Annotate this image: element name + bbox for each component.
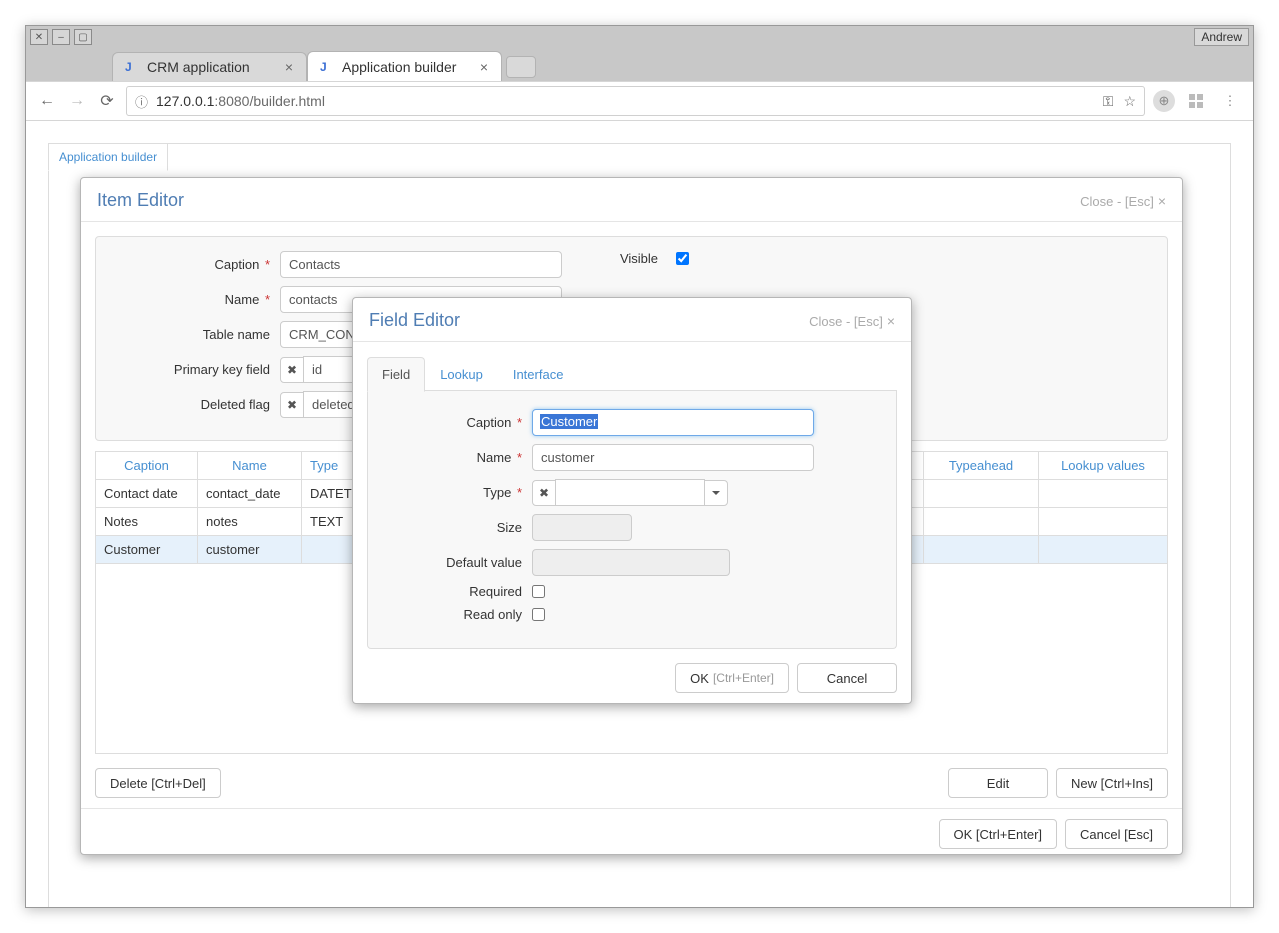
outer-panel: Application builder Item Editor Close - … xyxy=(48,143,1231,907)
fe-required-checkbox[interactable] xyxy=(532,585,545,598)
fe-required-label: Required xyxy=(382,584,532,599)
caption-label: Caption * xyxy=(110,257,280,272)
dropdown-toggle-icon[interactable] xyxy=(704,480,728,506)
browser-toolbar: ← → ⟳ ⓘ 127.0.0.1:8080/builder.html ⚿ ☆ … xyxy=(26,81,1253,121)
fe-readonly-label: Read only xyxy=(382,607,532,622)
tab-close-icon[interactable]: × xyxy=(282,60,296,74)
forward-button[interactable]: → xyxy=(66,90,88,112)
deleted-flag-label: Deleted flag xyxy=(110,397,280,412)
info-icon: ⓘ xyxy=(135,92,148,111)
window-close-button[interactable]: ✕ xyxy=(30,29,48,45)
fe-caption-label: Caption * xyxy=(382,415,532,430)
address-bar[interactable]: ⓘ 127.0.0.1:8080/builder.html ⚿ ☆ xyxy=(126,86,1145,116)
fe-type-label: Type * xyxy=(382,485,532,500)
clear-icon[interactable]: ✖ xyxy=(280,392,304,418)
outer-tab-application-builder[interactable]: Application builder xyxy=(48,143,168,171)
tab-lookup[interactable]: Lookup xyxy=(425,357,498,392)
extension-globe-icon[interactable]: ⊕ xyxy=(1153,90,1175,112)
item-editor-header: Item Editor Close - [Esc]× xyxy=(81,178,1182,222)
bookmark-star-icon[interactable]: ☆ xyxy=(1123,93,1136,110)
url-host: 127.0.0.1 xyxy=(156,93,214,109)
fe-name-label: Name * xyxy=(382,450,532,465)
name-label: Name * xyxy=(110,292,280,307)
clear-icon[interactable]: ✖ xyxy=(280,357,304,383)
fe-readonly-checkbox[interactable] xyxy=(532,608,545,621)
primary-key-label: Primary key field xyxy=(110,362,280,377)
os-user-label: Andrew xyxy=(1194,28,1249,46)
fe-default-input[interactable] xyxy=(532,549,730,576)
url-port: :8080 xyxy=(214,93,249,109)
tab-interface[interactable]: Interface xyxy=(498,357,579,392)
tab-close-icon[interactable]: × xyxy=(477,60,491,74)
back-button[interactable]: ← xyxy=(36,90,58,112)
fe-ok-button[interactable]: OK[Ctrl+Enter] xyxy=(675,663,789,693)
tab-title: CRM application xyxy=(147,59,250,75)
tab-title: Application builder xyxy=(342,59,456,75)
fe-name-input[interactable] xyxy=(532,444,814,471)
field-editor-modal: Field Editor Close - [Esc]× Field Lookup… xyxy=(352,297,912,704)
clear-icon[interactable]: ✖ xyxy=(532,480,556,506)
cancel-button[interactable]: Cancel [Esc] xyxy=(1065,819,1168,849)
browser-tab-builder[interactable]: J Application builder × xyxy=(307,51,502,81)
field-editor-close-button[interactable]: Close - [Esc]× xyxy=(809,313,895,329)
column-lookup-values[interactable]: Lookup values xyxy=(1039,452,1168,480)
column-caption[interactable]: Caption xyxy=(96,452,198,480)
close-icon: × xyxy=(1158,193,1166,209)
table-name-label: Table name xyxy=(110,327,280,342)
close-icon: × xyxy=(887,313,895,329)
reload-button[interactable]: ⟳ xyxy=(96,90,118,112)
edit-button[interactable]: Edit xyxy=(948,768,1048,798)
fe-type-input[interactable] xyxy=(555,479,705,506)
item-editor-title: Item Editor xyxy=(97,190,184,211)
window-maximize-button[interactable]: ▢ xyxy=(74,29,92,45)
os-titlebar: ✕ – ▢ Andrew xyxy=(26,26,1253,48)
field-editor-tabs: Field Lookup Interface xyxy=(367,356,897,391)
field-editor-title: Field Editor xyxy=(369,310,460,331)
favicon-icon: J xyxy=(320,60,334,74)
apps-grid-icon[interactable] xyxy=(1183,88,1209,114)
visible-checkbox[interactable] xyxy=(676,252,689,265)
item-editor-close-button[interactable]: Close - [Esc]× xyxy=(1080,193,1166,209)
new-button[interactable]: New [Ctrl+Ins] xyxy=(1056,768,1168,798)
browser-tab-strip: J CRM application × J Application builde… xyxy=(26,48,1253,81)
os-window: ✕ – ▢ Andrew J CRM application × J Appli… xyxy=(25,25,1254,908)
visible-label: Visible xyxy=(608,251,668,266)
column-typeahead[interactable]: Typeahead xyxy=(924,452,1039,480)
ok-button[interactable]: OK [Ctrl+Enter] xyxy=(939,819,1058,849)
browser-menu-icon[interactable]: ⋮ xyxy=(1217,88,1243,114)
fe-size-input[interactable] xyxy=(532,514,632,541)
window-minimize-button[interactable]: – xyxy=(52,29,70,45)
fe-default-label: Default value xyxy=(382,555,532,570)
new-tab-button[interactable] xyxy=(506,56,536,78)
fe-size-label: Size xyxy=(382,520,532,535)
delete-button[interactable]: Delete [Ctrl+Del] xyxy=(95,768,221,798)
caption-input[interactable] xyxy=(280,251,562,278)
field-editor-form: Caption * Customer Name * Type * xyxy=(367,391,897,649)
tab-field[interactable]: Field xyxy=(367,357,425,392)
browser-tab-crm[interactable]: J CRM application × xyxy=(112,52,307,81)
column-name[interactable]: Name xyxy=(198,452,302,480)
key-icon[interactable]: ⚿ xyxy=(1103,93,1114,110)
page-content: Application builder Item Editor Close - … xyxy=(26,121,1253,907)
fe-cancel-button[interactable]: Cancel xyxy=(797,663,897,693)
fe-caption-input[interactable] xyxy=(532,409,814,436)
url-path: /builder.html xyxy=(249,93,324,109)
favicon-icon: J xyxy=(125,60,139,74)
